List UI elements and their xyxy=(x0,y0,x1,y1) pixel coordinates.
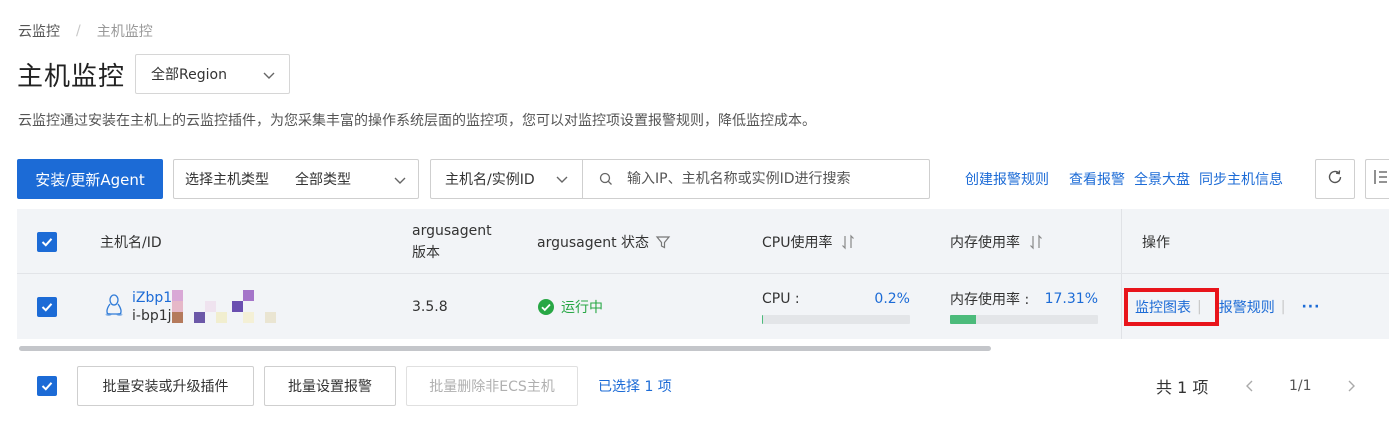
more-actions-button[interactable]: ··· xyxy=(1301,299,1320,315)
host-type-value: 全部类型 xyxy=(295,172,351,188)
sort-icon[interactable] xyxy=(1028,234,1044,250)
column-settings-button[interactable] xyxy=(1365,159,1389,199)
header-memory-label: 内存使用率 xyxy=(950,234,1020,251)
search-field-value: 主机名/实例ID xyxy=(445,172,535,188)
header-status: argusagent 状态 xyxy=(537,209,671,274)
toolbar: 安装/更新Agent 选择主机类型 全部类型 主机名/实例ID 创建报警规则 查… xyxy=(17,159,1389,199)
monitor-chart-highlight: 监控图表 | xyxy=(1124,287,1219,326)
chevron-down-icon xyxy=(261,67,277,87)
batch-delete-button[interactable]: 批量删除非ECS主机 xyxy=(406,366,578,406)
header-version: argusagent 版本 xyxy=(412,209,492,274)
dashboard-link[interactable]: 全景大盘 xyxy=(1134,169,1190,189)
version-cell: 3.5.8 xyxy=(412,298,448,315)
linux-icon xyxy=(104,293,124,321)
host-id: i-bp1j xyxy=(132,307,172,324)
create-alarm-rule-link[interactable]: 创建报警规则 xyxy=(965,169,1049,189)
page-description: 云监控通过安装在主机上的云监控插件，为您采集丰富的操作系统层面的监控项，您可以对… xyxy=(18,113,816,129)
table-footer: 批量安装或升级插件 批量设置报警 批量删除非ECS主机 已选择 1 项 共 1 … xyxy=(17,366,1389,406)
alarm-rules-link[interactable]: 报警规则 xyxy=(1219,297,1275,317)
breadcrumb-current: 主机监控 xyxy=(96,24,153,40)
select-all-cell xyxy=(37,209,57,274)
batch-install-button[interactable]: 批量安装或升级插件 xyxy=(77,366,254,406)
memory-bar xyxy=(950,315,1098,324)
column-settings-icon xyxy=(1373,168,1389,190)
footer-select-all-cell xyxy=(37,376,57,396)
host-cell: iZbp1 i-bp1j xyxy=(104,274,282,339)
refresh-button[interactable] xyxy=(1315,159,1355,199)
memory-value: 17.31% xyxy=(1044,291,1098,307)
memory-cell: 内存使用率 : 17.31% xyxy=(950,274,1098,339)
search-group: 主机名/实例ID xyxy=(430,159,930,199)
sync-host-info-link[interactable]: 同步主机信息 xyxy=(1199,169,1283,189)
chevron-down-icon xyxy=(554,171,570,191)
cpu-bar-fill xyxy=(762,315,764,324)
refresh-icon xyxy=(1326,168,1344,190)
selected-count: 已选择 1 项 xyxy=(598,379,672,395)
page-title: 主机监控 xyxy=(17,61,126,92)
status-label: 运行中 xyxy=(561,299,603,316)
breadcrumb: 云监控 / 主机监控 xyxy=(18,21,153,41)
op-separator: | xyxy=(1197,298,1202,315)
host-table: 主机名/ID argusagent 版本 argusagent 状态 CPU使用… xyxy=(17,209,1389,339)
region-select-value: 全部Region xyxy=(151,67,227,83)
page-indicator: 1/1 xyxy=(1289,378,1312,394)
view-alarms-link[interactable]: 查看报警 xyxy=(1069,169,1125,189)
redacted-block xyxy=(172,289,282,324)
row-checkbox[interactable] xyxy=(37,296,57,317)
prev-page-button[interactable] xyxy=(1243,366,1257,406)
region-select[interactable]: 全部Region xyxy=(135,54,291,94)
status-running: 运行中 xyxy=(537,297,603,317)
search-field-select[interactable]: 主机名/实例ID xyxy=(431,160,583,198)
header-ops: 操作 xyxy=(1142,234,1170,251)
header-version-line2: 版本 xyxy=(412,244,440,261)
ops-cell: 监控图表 | 报警规则 | ··· xyxy=(1124,274,1320,339)
row-select-cell xyxy=(37,274,57,339)
host-info: iZbp1 i-bp1j xyxy=(132,289,172,325)
host-type-select[interactable]: 选择主机类型 全部类型 xyxy=(173,159,419,199)
sort-icon[interactable] xyxy=(840,234,856,250)
cpu-label: CPU : xyxy=(762,291,800,307)
breadcrumb-root[interactable]: 云监控 xyxy=(18,21,60,41)
cpu-value: 0.2% xyxy=(874,291,910,307)
cpu-cell: CPU : 0.2% xyxy=(762,274,910,339)
next-page-button[interactable] xyxy=(1344,366,1358,406)
memory-usage: 内存使用率 : 17.31% xyxy=(950,289,1098,324)
memory-bar-fill xyxy=(950,315,976,324)
header-cpu: CPU使用率 xyxy=(762,209,856,274)
title-row: 主机监控 全部Region xyxy=(17,54,291,94)
filter-icon[interactable] xyxy=(655,234,671,250)
header-memory: 内存使用率 xyxy=(950,209,1044,274)
search-icon xyxy=(599,172,613,186)
install-agent-button[interactable]: 安装/更新Agent xyxy=(17,159,163,199)
chevron-down-icon xyxy=(392,172,408,192)
check-circle-icon xyxy=(537,298,555,316)
search-input[interactable] xyxy=(627,171,927,187)
header-host: 主机名/ID xyxy=(100,234,162,251)
header-status-label: argusagent 状态 xyxy=(537,234,650,251)
monitor-chart-link[interactable]: 监控图表 xyxy=(1135,297,1191,317)
total-count: 共 1 项 xyxy=(1156,378,1209,397)
table-header: 主机名/ID argusagent 版本 argusagent 状态 CPU使用… xyxy=(17,209,1389,274)
host-name-link[interactable]: iZbp1 xyxy=(132,289,172,307)
cpu-usage: CPU : 0.2% xyxy=(762,289,910,324)
chevron-right-icon xyxy=(1348,380,1355,392)
select-all-checkbox[interactable] xyxy=(37,231,57,252)
toolbar-links: 创建报警规则 查看报警 全景大盘 同步主机信息 xyxy=(965,159,1292,199)
status-cell: 运行中 xyxy=(537,274,603,339)
horizontal-scrollbar[interactable] xyxy=(19,346,991,351)
breadcrumb-separator: / xyxy=(76,23,81,39)
footer-select-all-checkbox[interactable] xyxy=(37,376,57,396)
table-row: iZbp1 i-bp1j 3.5.8 运行中 CPU: 0.2% 内存使用率 … xyxy=(17,274,1389,339)
header-cpu-label: CPU使用率 xyxy=(762,234,833,251)
chevron-left-icon xyxy=(1246,380,1253,392)
cpu-bar xyxy=(762,315,910,324)
memory-label: 内存使用率 : xyxy=(950,292,1030,308)
header-version-line1: argusagent xyxy=(412,222,492,239)
op-separator: | xyxy=(1280,298,1286,315)
batch-alarm-button[interactable]: 批量设置报警 xyxy=(264,366,396,406)
host-type-label: 选择主机类型 xyxy=(185,172,269,188)
